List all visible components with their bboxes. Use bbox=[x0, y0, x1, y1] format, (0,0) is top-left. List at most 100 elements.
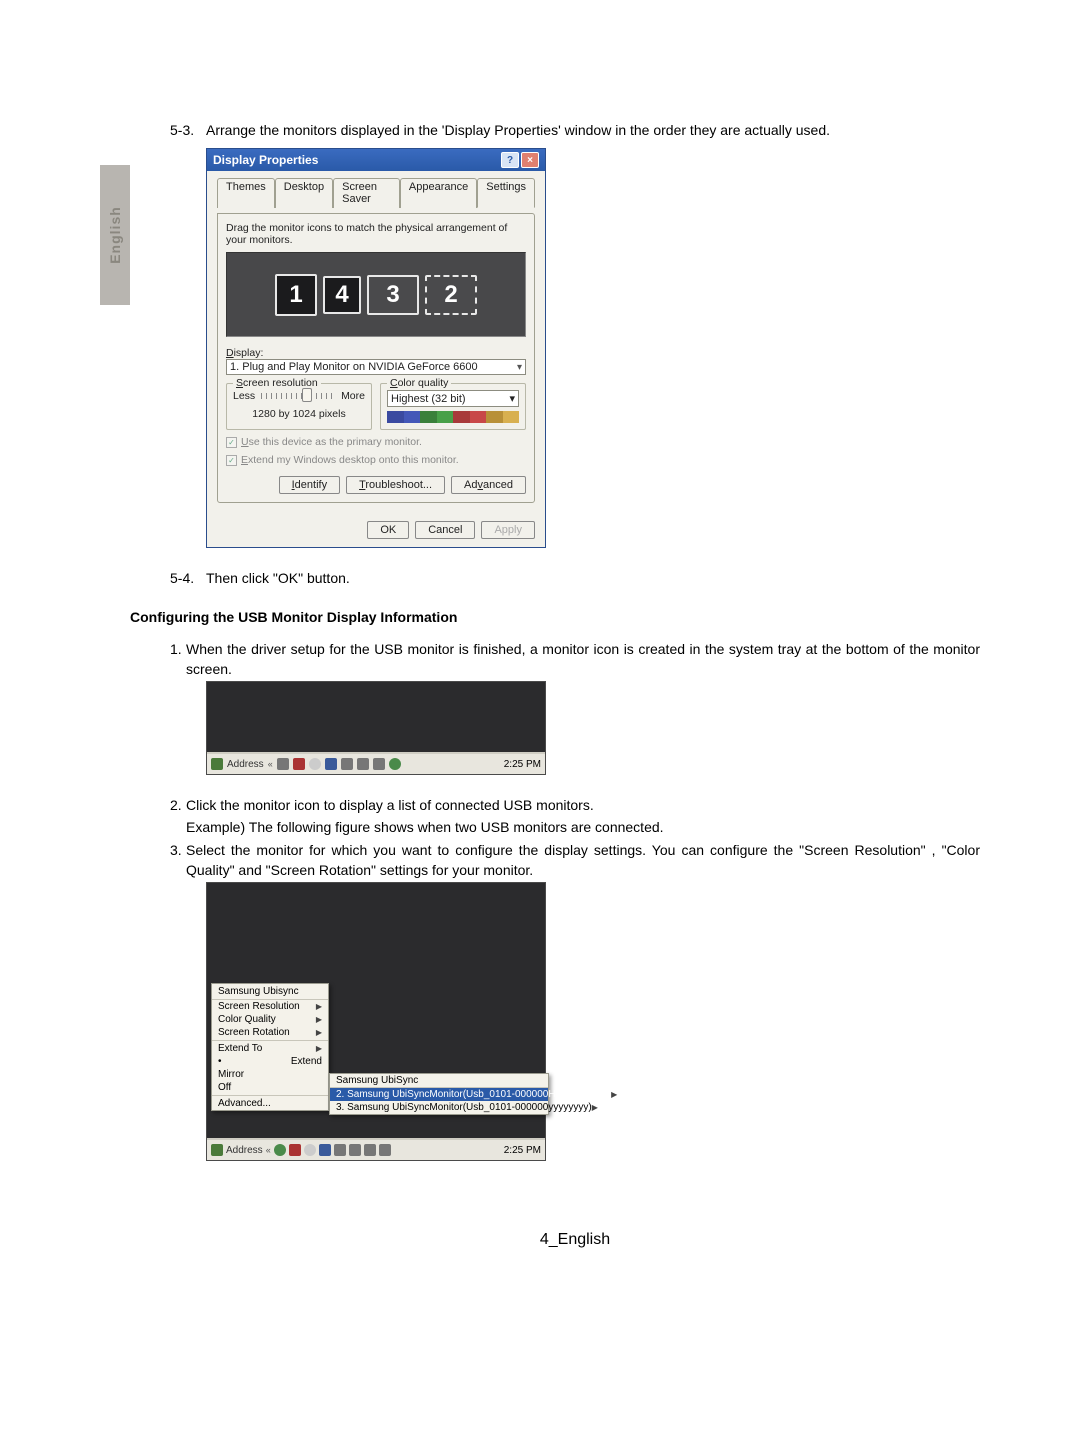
primary-monitor-label: Use this device as the primary monitor. bbox=[241, 436, 422, 448]
step-number-5-4: 5-4. bbox=[170, 568, 206, 588]
submenu-monitor-2[interactable]: 2. Samsung UbiSyncMonitor(Usb_0101-00000… bbox=[330, 1088, 548, 1101]
language-side-tab: English bbox=[100, 165, 130, 305]
tab-screen-saver[interactable]: Screen Saver bbox=[333, 178, 400, 208]
start-icon[interactable] bbox=[211, 758, 223, 770]
close-button[interactable]: × bbox=[521, 152, 539, 168]
tray-icon[interactable] bbox=[379, 1144, 391, 1156]
address-label: Address bbox=[226, 1145, 263, 1156]
menu-color-quality[interactable]: Color Quality▶ bbox=[212, 1013, 328, 1026]
extend-desktop-checkbox-row[interactable]: ✓ Extend my Windows desktop onto this mo… bbox=[226, 454, 526, 466]
menu-screen-rotation[interactable]: Screen Rotation▶ bbox=[212, 1026, 328, 1039]
submenu-arrow-icon: ▶ bbox=[316, 1002, 322, 1011]
tray-expand-icon[interactable]: « bbox=[268, 759, 273, 769]
clock-icon[interactable] bbox=[304, 1144, 316, 1156]
submenu-arrow-icon: ▶ bbox=[316, 1028, 322, 1037]
monitor-1-icon[interactable]: 1 bbox=[275, 274, 317, 316]
window-titlebar[interactable]: Display Properties ? × bbox=[207, 149, 545, 171]
ok-button[interactable]: OK bbox=[367, 521, 409, 539]
submenu-arrow-icon: ▶ bbox=[316, 1015, 322, 1024]
start-icon[interactable] bbox=[211, 1144, 223, 1156]
list-number-2: 2. bbox=[170, 795, 186, 815]
list-text-3: Select the monitor for which you want to… bbox=[186, 840, 980, 881]
tray-icon[interactable] bbox=[293, 758, 305, 770]
checkbox-icon: ✓ bbox=[226, 437, 237, 448]
tab-desktop[interactable]: Desktop bbox=[275, 178, 333, 208]
menu-extend-to[interactable]: Extend To▶ bbox=[212, 1042, 328, 1055]
tray-icon[interactable] bbox=[349, 1144, 361, 1156]
monitor-list-submenu[interactable]: Samsung UbiSync 2. Samsung UbiSyncMonito… bbox=[329, 1073, 549, 1115]
monitor-4-icon[interactable]: 4 bbox=[323, 276, 361, 314]
monitor-3-icon[interactable]: 3 bbox=[367, 275, 419, 315]
tab-strip: Themes Desktop Screen Saver Appearance S… bbox=[217, 177, 535, 207]
context-menu-figure: Samsung Ubisync Screen Resolution▶ Color… bbox=[206, 882, 546, 1161]
taskbar[interactable]: Address « 2:25 PM bbox=[207, 752, 545, 774]
submenu-title: Samsung UbiSync bbox=[330, 1074, 548, 1088]
menu-off[interactable]: Off bbox=[212, 1081, 328, 1094]
chevron-down-icon: ▾ bbox=[509, 392, 515, 405]
submenu-arrow-icon: ▶ bbox=[592, 1103, 598, 1112]
advanced-button[interactable]: Advanced bbox=[451, 476, 526, 494]
chevron-down-icon: ▾ bbox=[517, 362, 522, 373]
taskbar[interactable]: Address « 2:25 PM bbox=[207, 1138, 545, 1160]
list-text-1: When the driver setup for the USB monito… bbox=[186, 639, 980, 680]
tray-expand-icon[interactable]: « bbox=[266, 1145, 271, 1155]
screen-resolution-group: Screen resolution Less More 1280 by 1024… bbox=[226, 383, 372, 430]
color-strip bbox=[387, 411, 519, 423]
drag-hint-text: Drag the monitor icons to match the phys… bbox=[226, 222, 526, 246]
list-subtext-2: Example) The following figure shows when… bbox=[186, 817, 980, 837]
menu-screen-resolution[interactable]: Screen Resolution▶ bbox=[212, 1000, 328, 1013]
window-title: Display Properties bbox=[213, 153, 318, 167]
tray-icon[interactable] bbox=[274, 1144, 286, 1156]
display-dropdown-value: 1. Plug and Play Monitor on NVIDIA GeFor… bbox=[230, 361, 478, 373]
cancel-button[interactable]: Cancel bbox=[415, 521, 475, 539]
clock-text[interactable]: 2:25 PM bbox=[504, 759, 541, 770]
display-dropdown[interactable]: 1. Plug and Play Monitor on NVIDIA GeFor… bbox=[226, 359, 526, 375]
help-button[interactable]: ? bbox=[501, 152, 519, 168]
menu-title: Samsung Ubisync bbox=[212, 984, 328, 1000]
submenu-arrow-icon: ▶ bbox=[611, 1090, 617, 1099]
tab-appearance[interactable]: Appearance bbox=[400, 178, 477, 208]
list-number-3: 3. bbox=[170, 840, 186, 881]
slider-more-label: More bbox=[341, 390, 365, 402]
menu-mirror[interactable]: Mirror bbox=[212, 1068, 328, 1081]
monitor-arrangement-area[interactable]: 1 4 3 2 bbox=[226, 252, 526, 337]
color-quality-dropdown[interactable]: Highest (32 bit) ▾ bbox=[387, 390, 519, 407]
submenu-monitor-3[interactable]: 3. Samsung UbiSyncMonitor(Usb_0101-00000… bbox=[330, 1101, 548, 1114]
submenu-arrow-icon: ▶ bbox=[316, 1044, 322, 1053]
primary-monitor-checkbox-row[interactable]: ✓ Use this device as the primary monitor… bbox=[226, 436, 526, 448]
tray-icon[interactable] bbox=[334, 1144, 346, 1156]
tray-icon[interactable] bbox=[341, 758, 353, 770]
slider-less-label: Less bbox=[233, 390, 255, 402]
step-text-5-3: Arrange the monitors displayed in the 'D… bbox=[206, 120, 980, 140]
color-quality-group: Color quality Highest (32 bit) ▾ bbox=[380, 383, 526, 430]
tray-icon[interactable] bbox=[373, 758, 385, 770]
menu-extend[interactable]: Extend bbox=[212, 1055, 328, 1068]
monitor-2-icon[interactable]: 2 bbox=[425, 275, 477, 315]
clock-icon[interactable] bbox=[309, 758, 321, 770]
checkbox-icon: ✓ bbox=[226, 455, 237, 466]
list-text-2: Click the monitor icon to display a list… bbox=[186, 795, 980, 815]
menu-advanced[interactable]: Advanced... bbox=[212, 1097, 328, 1110]
tray-icon[interactable] bbox=[289, 1144, 301, 1156]
identify-button[interactable]: Identify bbox=[279, 476, 340, 494]
tab-themes[interactable]: Themes bbox=[217, 178, 275, 208]
resolution-slider[interactable] bbox=[261, 393, 335, 399]
step-text-5-4: Then click "OK" button. bbox=[206, 568, 980, 588]
list-number-1: 1. bbox=[170, 639, 186, 680]
tray-icon[interactable] bbox=[277, 758, 289, 770]
ubisync-context-menu[interactable]: Samsung Ubisync Screen Resolution▶ Color… bbox=[211, 983, 329, 1111]
apply-button[interactable]: Apply bbox=[481, 521, 535, 539]
page-footer: 4_English bbox=[170, 1231, 980, 1249]
slider-thumb[interactable] bbox=[302, 388, 312, 402]
color-quality-value: Highest (32 bit) bbox=[391, 393, 466, 405]
troubleshoot-button[interactable]: Troubleshoot... bbox=[346, 476, 445, 494]
tray-icon[interactable] bbox=[357, 758, 369, 770]
clock-text[interactable]: 2:25 PM bbox=[504, 1145, 541, 1156]
tray-icon[interactable] bbox=[319, 1144, 331, 1156]
resolution-value: 1280 by 1024 pixels bbox=[233, 408, 365, 420]
tray-icon[interactable] bbox=[364, 1144, 376, 1156]
address-label: Address bbox=[227, 759, 264, 770]
tray-icon[interactable] bbox=[325, 758, 337, 770]
tray-icon[interactable] bbox=[389, 758, 401, 770]
tab-settings[interactable]: Settings bbox=[477, 178, 535, 208]
